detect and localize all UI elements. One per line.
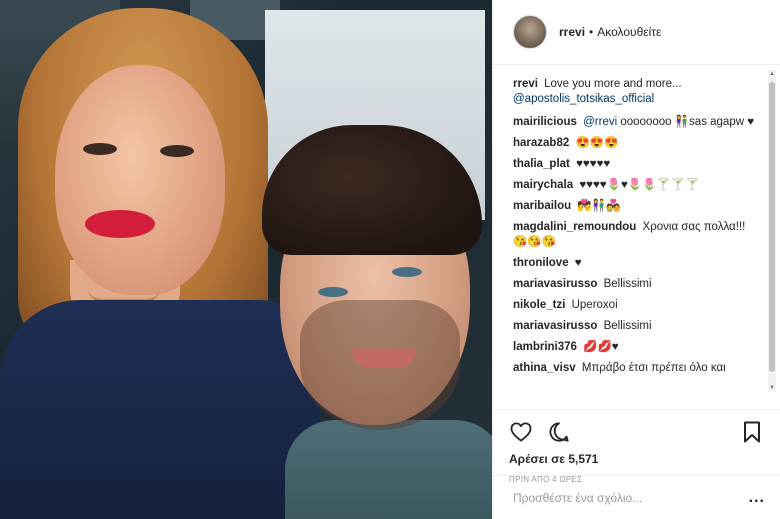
comment-user[interactable]: thalia_plat (513, 158, 570, 170)
more-options-icon[interactable]: ... (749, 489, 765, 507)
list-item: mariavasirusso Bellissimi (513, 319, 758, 334)
man-eye (392, 267, 422, 277)
comment-text: 😍😍😍 (575, 137, 619, 149)
list-item: mairilicious @rrevi oooooooo 👫sas agapw … (513, 115, 758, 130)
list-item: magdalini_remoundou Χρονια σας πολλα!!!😘… (513, 220, 758, 250)
comment-user[interactable]: lambrini376 (513, 341, 577, 353)
comment-input[interactable] (513, 490, 749, 505)
heart-outline-icon[interactable] (509, 420, 533, 444)
post-header: rrevi • Ακολουθείτε (493, 0, 780, 65)
comment-user[interactable]: magdalini_remoundou (513, 221, 636, 233)
comment-text: 💋💋♥ (583, 341, 619, 353)
woman-shirt (0, 300, 320, 519)
scroll-down-arrow-icon[interactable]: ▼ (768, 384, 776, 392)
list-item: thronilove ♥ (513, 256, 758, 271)
comment-text: ♥♥♥♥♥ (576, 158, 611, 170)
separator-dot: • (589, 25, 594, 39)
comment-text: Bellissimi (603, 320, 652, 332)
comment-text: Μπράβο έτσι πρέπει όλο και (581, 362, 726, 374)
woman-eye (83, 143, 117, 155)
avatar[interactable] (513, 15, 547, 49)
comment-text: oooooooo 👫sas agapw ♥ (620, 116, 755, 128)
list-item: harazab82 😍😍😍 (513, 136, 758, 151)
comment-user[interactable]: mairilicious (513, 116, 577, 128)
comment-user[interactable]: harazab82 (513, 137, 569, 149)
comment-bubble-icon[interactable] (547, 420, 571, 444)
instagram-post: rrevi • Ακολουθείτε rrevi Love you more … (0, 0, 780, 519)
comment-mention[interactable]: @rrevi (583, 116, 617, 128)
comment-user[interactable]: mariavasirusso (513, 320, 597, 332)
comment-user[interactable]: mariavasirusso (513, 278, 597, 290)
woman-eye (160, 145, 194, 157)
post-photo[interactable] (0, 0, 492, 519)
man-mouth (352, 350, 416, 368)
comment-user[interactable]: athina_visv (513, 362, 576, 374)
comment-user[interactable]: mairychala (513, 179, 573, 191)
bookmark-icon[interactable] (740, 420, 764, 444)
header-username[interactable]: rrevi (559, 25, 585, 39)
list-item: athina_visv Μπράβο έτσι πρέπει όλο και (513, 361, 758, 376)
list-item: mairychala ♥♥♥♥🌷♥🌷🌷🍸🍸🍸 (513, 178, 758, 193)
woman-lips (85, 210, 155, 238)
caption-user[interactable]: rrevi (513, 78, 538, 90)
list-item: lambrini376 💋💋♥ (513, 340, 758, 355)
follow-status[interactable]: Ακολουθείτε (597, 25, 661, 39)
list-item: nikole_tzi Uperoxoi (513, 298, 758, 313)
comment-text: Bellissimi (603, 278, 652, 290)
man-eye (318, 287, 348, 297)
comment-text: Uperoxoi (571, 299, 618, 311)
comment-user[interactable]: maribailou (513, 200, 571, 212)
comment-user[interactable]: thronilove (513, 257, 569, 269)
likes-count[interactable]: Αρέσει σε 5,571 (509, 452, 764, 466)
action-icons (509, 418, 764, 446)
comment-text: ♥♥♥♥🌷♥🌷🌷🍸🍸🍸 (579, 179, 700, 191)
caption: rrevi Love you more and more... @apostol… (513, 77, 758, 107)
list-item: thalia_plat ♥♥♥♥♥ (513, 157, 758, 172)
scroll-up-arrow-icon[interactable]: ▲ (768, 70, 776, 78)
comment-text: 💏👫💑 (577, 200, 621, 212)
add-comment-bar: ... (493, 475, 780, 519)
woman-face (55, 65, 225, 295)
comment-text: ♥ (574, 257, 582, 269)
caption-mention[interactable]: @apostolis_totsikas_official (513, 93, 654, 105)
list-item: mariavasirusso Bellissimi (513, 277, 758, 292)
comment-user[interactable]: nikole_tzi (513, 299, 565, 311)
caption-text: Love you more and more... (544, 78, 682, 90)
post-sidebar: rrevi • Ακολουθείτε rrevi Love you more … (492, 0, 780, 519)
scrollbar-thumb[interactable] (769, 82, 775, 372)
list-item: maribailou 💏👫💑 (513, 199, 758, 214)
comments-list[interactable]: rrevi Love you more and more... @apostol… (493, 65, 780, 409)
man-shirt (285, 420, 492, 519)
comments-scrollbar[interactable]: ▲ ▼ (768, 70, 776, 392)
